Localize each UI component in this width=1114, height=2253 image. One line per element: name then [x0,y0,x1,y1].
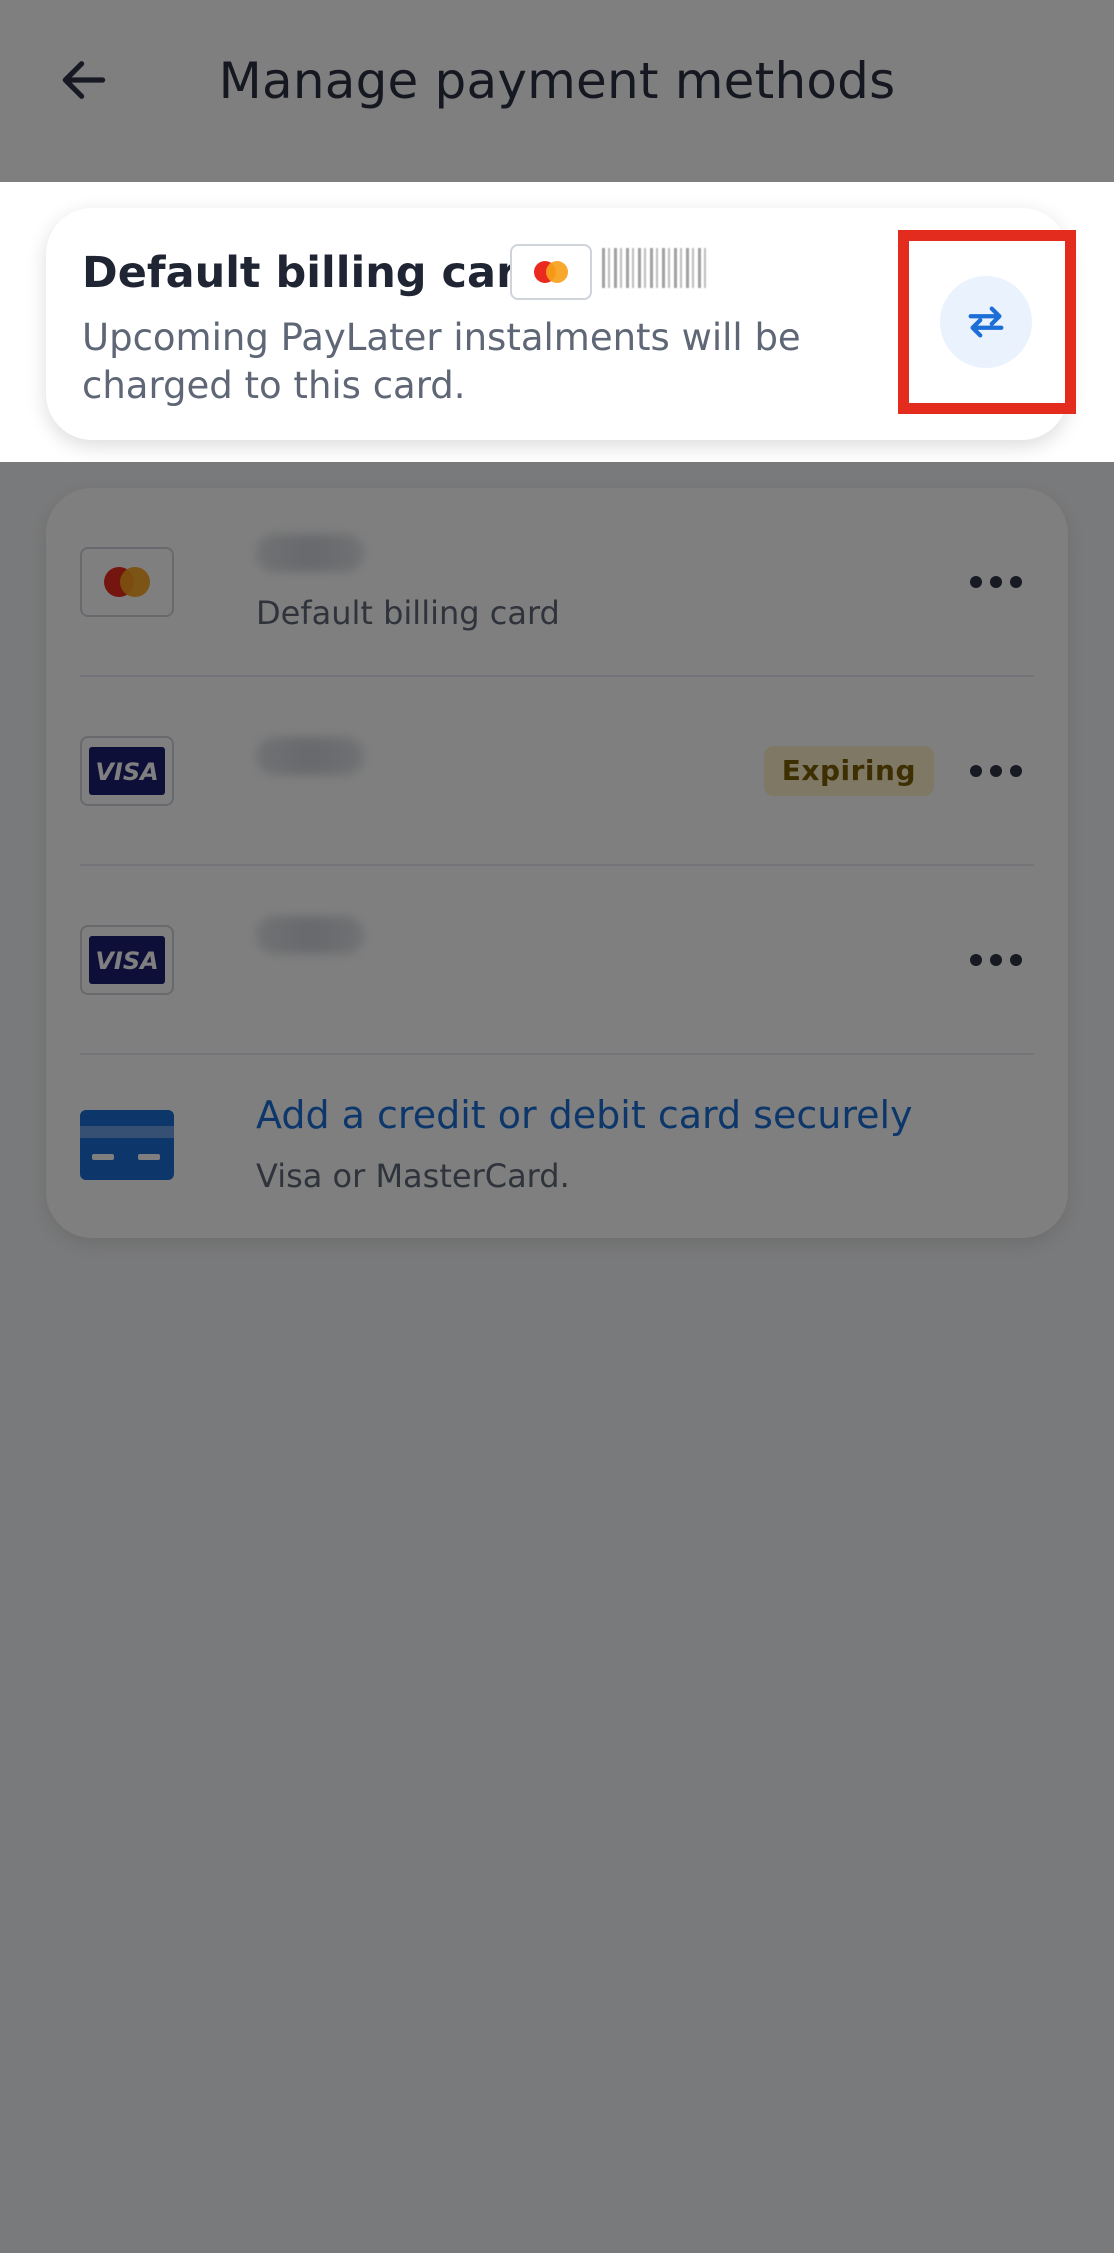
highlight-frame [898,230,1076,414]
mastercard-logo-icon [510,244,592,300]
billing-description: Upcoming PayLater instalments will be ch… [82,316,801,407]
billing-title: Default billing card: [82,248,566,298]
masked-card-number [602,248,706,288]
